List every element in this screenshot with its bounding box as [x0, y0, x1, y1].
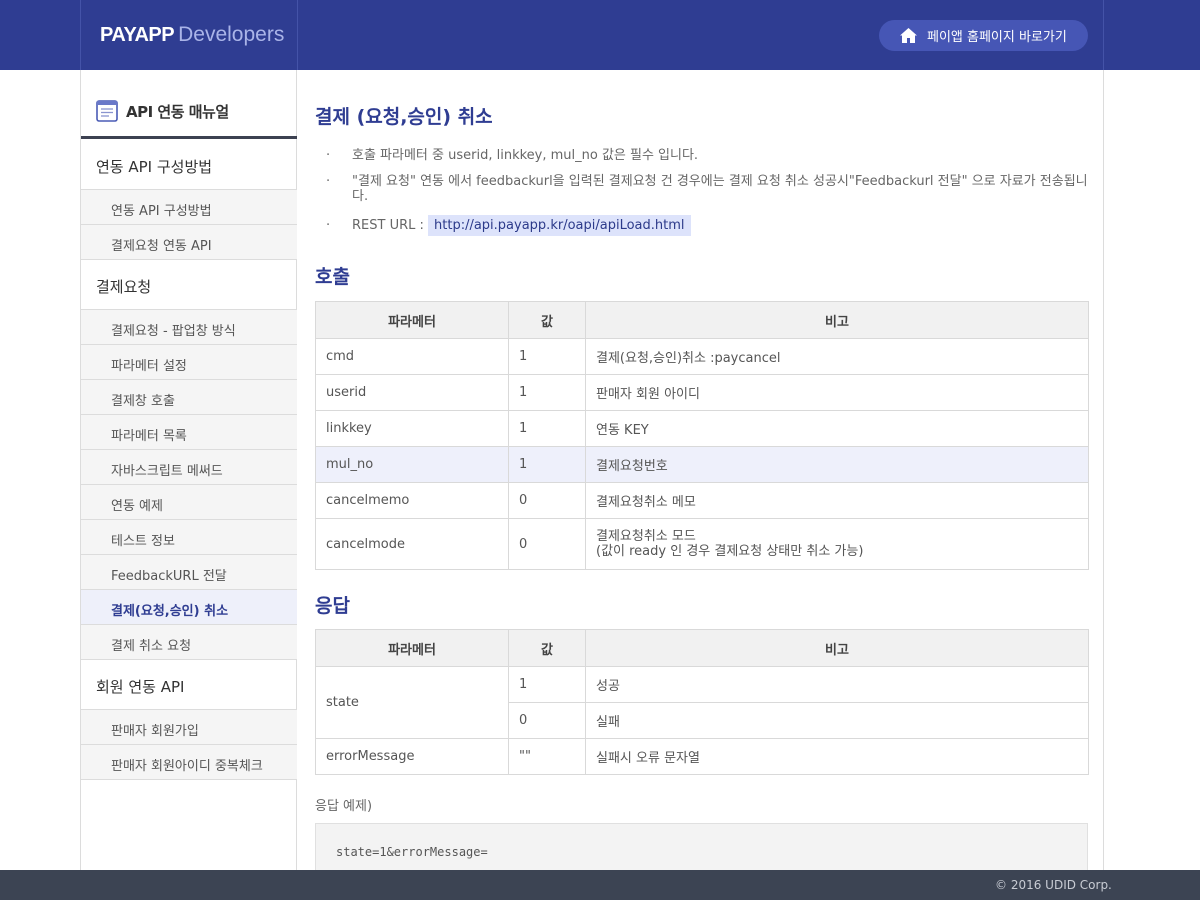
param-note-cell: 결제요청취소 메모 — [585, 482, 1089, 519]
sidebar-item-api-setup[interactable]: 연동 API 구성방법 — [81, 190, 297, 225]
table-header-cell: 값 — [508, 629, 586, 667]
sidebar-nav: API 연동 매뉴얼 연동 API 구성방법 연동 API 구성방법 결제요청 … — [81, 70, 297, 870]
sidebar-category-api-setup[interactable]: 연동 API 구성방법 — [81, 140, 297, 190]
main-content: 결제 (요청,승인) 취소 · 호출 파라메터 중 userid, linkke… — [315, 70, 1089, 883]
sidebar-item-cancel-request[interactable]: 결제 취소 요청 — [81, 625, 297, 660]
bullet-mark: · — [326, 218, 331, 233]
table-header-row: 파라메터 값 비고 — [315, 301, 1089, 339]
table-header-cell: 비고 — [585, 629, 1089, 667]
param-note-cell: 실패시 오류 문자열 — [585, 738, 1089, 775]
param-name-cell: linkkey — [315, 410, 509, 447]
sidebar-item-integration-example[interactable]: 연동 예제 — [81, 485, 297, 520]
rest-url-link[interactable]: http://api.payapp.kr/oapi/apiLoad.html — [428, 215, 691, 236]
brand-area[interactable]: PAYAPP Developers — [80, 0, 298, 70]
param-value-cell: 1 — [508, 338, 586, 375]
bullet-mark: · — [326, 174, 331, 189]
sidebar-item-parameter-settings[interactable]: 파라메터 설정 — [81, 345, 297, 380]
home-icon — [900, 28, 917, 43]
sidebar-item-feedbackurl[interactable]: FeedbackURL 전달 — [81, 555, 297, 590]
param-note-detail: (값이 ready 인 경우 결제요청 상태만 취소 가능) — [596, 544, 864, 559]
sidebar-title: API 연동 매뉴얼 — [81, 70, 297, 139]
param-name-cell: errorMessage — [315, 738, 509, 775]
header-divider — [1103, 0, 1104, 70]
brand-name: PAYAPP — [100, 24, 175, 46]
param-name-cell: cancelmode — [315, 518, 509, 570]
sidebar-item-javascript-methods[interactable]: 자바스크립트 메써드 — [81, 450, 297, 485]
param-name-cell: state — [315, 666, 509, 739]
sidebar-item-payment-request-api[interactable]: 결제요청 연동 API — [81, 225, 297, 260]
table-header-cell: 값 — [508, 301, 586, 339]
bullet-mark: · — [326, 148, 331, 163]
sidebar-item-popup-method[interactable]: 결제요청 - 팝업창 방식 — [81, 310, 297, 345]
param-note-cell: 연동 KEY — [585, 410, 1089, 447]
table-row: cmd 1 결제(요청,승인)취소 :paycancel — [315, 338, 1089, 375]
param-value-cell: 0 — [508, 518, 586, 570]
param-value-cell: 1 — [508, 410, 586, 447]
param-name-cell: userid — [315, 374, 509, 411]
table-header-cell: 파라메터 — [315, 629, 509, 667]
param-note-cell: 성공 — [585, 666, 1089, 703]
sidebar-item-test-info[interactable]: 테스트 정보 — [81, 520, 297, 555]
param-note-cell: 판매자 회원 아이디 — [585, 374, 1089, 411]
param-name-cell: cancelmemo — [315, 482, 509, 519]
sidebar-item-payment-window-call[interactable]: 결제창 호출 — [81, 380, 297, 415]
sidebar-item-payment-cancel[interactable]: 결제(요청,승인) 취소 — [81, 590, 297, 625]
brand-subtitle: Developers — [178, 23, 285, 46]
top-header: PAYAPP Developers 페이앱 홈페이지 바로가기 — [0, 0, 1200, 70]
sidebar-item-seller-signup[interactable]: 판매자 회원가입 — [81, 710, 297, 745]
table-header-row: 파라메터 값 비고 — [315, 629, 1089, 667]
rest-url-line: REST URL : http://api.payapp.kr/oapi/api… — [352, 215, 1092, 236]
response-example-code: state=1&errorMessage= — [336, 845, 488, 859]
page-title: 결제 (요청,승인) 취소 — [315, 106, 493, 128]
frame-right-border — [1103, 70, 1104, 870]
brand-logo[interactable]: PAYAPP Developers — [100, 23, 284, 47]
copyright-text: © 2016 UDID Corp. — [995, 878, 1112, 892]
sidebar-item-seller-id-check[interactable]: 판매자 회원아이디 중복체크 — [81, 745, 297, 780]
homepage-link-button[interactable]: 페이앱 홈페이지 바로가기 — [879, 20, 1088, 51]
table-row: state 1 성공 — [315, 666, 1089, 739]
table-row: cancelmode 0 결제요청취소 모드 (값이 ready 인 경우 결제… — [315, 518, 1089, 570]
bullet-text: "결제 요청" 연동 에서 feedbackurl을 입력된 결제요청 건 경우… — [352, 174, 1088, 204]
section-title-call: 호출 — [315, 266, 350, 288]
rest-url-label: REST URL : — [352, 218, 424, 233]
table-row: linkkey 1 연동 KEY — [315, 410, 1089, 447]
param-note-main: 결제요청취소 모드 — [596, 529, 696, 544]
sidebar-category-payment-request[interactable]: 결제요청 — [81, 260, 297, 310]
table-row: cancelmemo 0 결제요청취소 메모 — [315, 482, 1089, 519]
table-header-cell: 파라메터 — [315, 301, 509, 339]
call-parameter-table: 파라메터 값 비고 cmd 1 결제(요청,승인)취소 :paycancel u… — [315, 301, 1089, 570]
param-value-cell: 0 — [508, 482, 586, 519]
table-row: userid 1 판매자 회원 아이디 — [315, 374, 1089, 411]
section-title-response: 응답 — [315, 595, 350, 617]
page-footer: © 2016 UDID Corp. — [0, 870, 1200, 900]
response-example-label: 응답 예제) — [315, 799, 373, 814]
param-note-cell: 실패 — [585, 702, 1089, 739]
param-name-cell: cmd — [315, 338, 509, 375]
table-row-highlighted: mul_no 1 결제요청번호 — [315, 446, 1089, 483]
param-value-cell: 0 — [508, 702, 586, 739]
table-row: errorMessage "" 실패시 오류 문자열 — [315, 738, 1089, 775]
param-note-cell: 결제(요청,승인)취소 :paycancel — [585, 338, 1089, 375]
param-value-cell: 1 — [508, 374, 586, 411]
param-value-cell: 1 — [508, 446, 586, 483]
sidebar-item-parameter-list[interactable]: 파라메터 목록 — [81, 415, 297, 450]
response-parameter-table: 파라메터 값 비고 state 1 성공 0 실패 errorMessage "… — [315, 629, 1089, 775]
param-note-cell: 결제요청취소 모드 (값이 ready 인 경우 결제요청 상태만 취소 가능) — [585, 518, 1089, 570]
table-header-cell: 비고 — [585, 301, 1089, 339]
param-value-cell: 1 — [508, 666, 586, 703]
document-icon — [96, 100, 118, 122]
bullet-text: 호출 파라메터 중 userid, linkkey, mul_no 값은 필수 … — [352, 148, 699, 163]
homepage-link-label: 페이앱 홈페이지 바로가기 — [927, 30, 1067, 45]
sidebar-category-member-api[interactable]: 회원 연동 API — [81, 660, 297, 710]
sidebar-title-text: API 연동 매뉴얼 — [126, 103, 229, 121]
param-name-cell: mul_no — [315, 446, 509, 483]
param-note-cell: 결제요청번호 — [585, 446, 1089, 483]
param-value-cell: "" — [508, 738, 586, 775]
